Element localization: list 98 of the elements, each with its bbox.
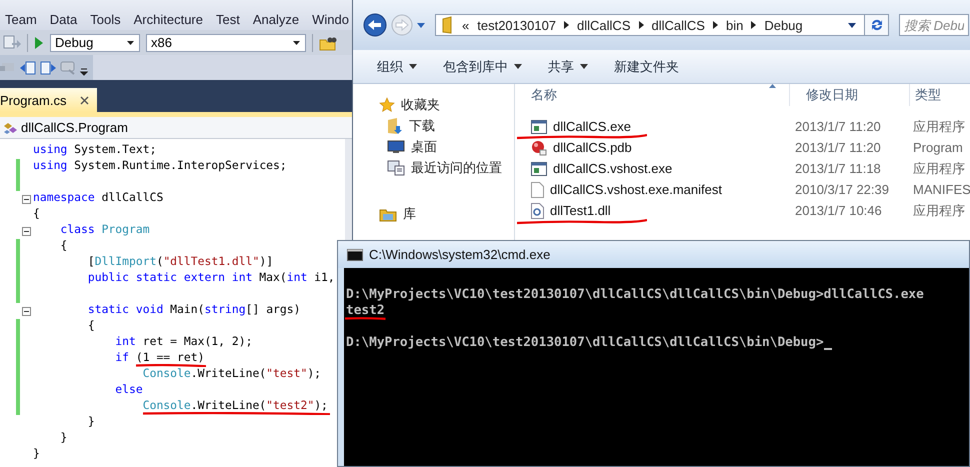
ball-icon	[531, 140, 547, 156]
type-cell-text: 应用程序	[912, 202, 966, 220]
date-cell-text: 2013/1/7 11:20	[794, 119, 882, 134]
chevron-icon[interactable]	[712, 21, 718, 29]
code-line: }	[59, 431, 68, 444]
document-icon	[531, 182, 544, 198]
sidebar-item[interactable]: 桌面	[353, 136, 514, 157]
breadcrumb-item[interactable]: dllCallCS	[577, 18, 630, 32]
code-line: namespace dllCallCS	[33, 191, 164, 204]
file-name[interactable]: dllCallCS.vshost.exe	[553, 161, 672, 176]
sidebar-item[interactable]: 最近访问的位置	[353, 157, 514, 178]
type-cell-text: 应用程序	[912, 160, 966, 178]
back-button[interactable]	[363, 13, 387, 37]
file-name[interactable]: dllTest1.dll	[550, 203, 611, 218]
dropdown-caret-icon[interactable]	[848, 22, 856, 28]
application-icon	[531, 162, 547, 176]
sidebar-item[interactable]: 下载	[353, 115, 514, 136]
window-title: C:\Windows\system32\cmd.exe	[369, 247, 550, 262]
history-caret-icon[interactable]	[417, 22, 425, 28]
menu-item[interactable]: Architecture	[134, 12, 203, 26]
overflow-chevron[interactable]: «	[462, 18, 470, 32]
type-cell-text: MANIFES	[912, 182, 970, 197]
menu-item[interactable]: Windo	[312, 12, 349, 26]
file-name[interactable]: dllCallCS.exe	[553, 119, 632, 134]
column-header[interactable]: 修改日期	[790, 84, 910, 106]
code-line: {	[59, 239, 68, 252]
toolbar-button[interactable]: 包含到库中	[427, 58, 532, 76]
code-line: int ret = Max(1, 2);	[114, 335, 252, 348]
menu-item[interactable]: Tools	[90, 12, 121, 26]
refresh-button[interactable]	[865, 14, 889, 36]
collapse-toggle[interactable]	[22, 226, 31, 236]
date-cell-text: 2013/1/7 11:18	[794, 161, 882, 176]
application-icon	[531, 120, 547, 134]
refresh-icon	[870, 18, 884, 32]
chevron-icon[interactable]	[638, 21, 644, 29]
code-line: using System.Text;	[33, 143, 156, 156]
date-cell-text: 2010/3/17 22:39	[794, 182, 890, 197]
collapse-toggle[interactable]	[22, 306, 31, 316]
overflow-icon[interactable]	[80, 68, 88, 76]
outdent-icon[interactable]	[20, 60, 36, 74]
code-line: }	[33, 447, 40, 460]
collapse-toggle[interactable]	[22, 194, 31, 204]
type-cell-text: 应用程序	[912, 118, 966, 136]
toolbar-button[interactable]: 新建文件夹	[598, 58, 689, 76]
menu-item[interactable]: Team	[5, 12, 37, 26]
caret-icon	[127, 40, 134, 44]
gear-document-icon	[531, 202, 544, 218]
monitor-icon	[387, 140, 405, 154]
column-header[interactable]: 类型	[910, 84, 970, 106]
code-line: [DllImport("dllTest1.dll")]	[86, 255, 274, 268]
chevron-icon[interactable]	[564, 21, 570, 29]
close-icon[interactable]	[80, 96, 90, 104]
caret-icon	[293, 40, 300, 44]
configuration-dropdown[interactable]: Debug	[50, 34, 140, 52]
folder-icon	[442, 16, 454, 34]
code-line: else	[114, 383, 143, 396]
sidebar-item[interactable]: 库	[353, 203, 514, 224]
breadcrumb-item[interactable]: bin	[726, 18, 744, 32]
code-line: public static extern int Max(int i1,	[86, 271, 335, 284]
code-line: {	[33, 207, 40, 220]
menu-item[interactable]: Analyze	[252, 12, 300, 26]
star-icon	[379, 96, 395, 112]
toolbar-button[interactable]: 组织	[361, 58, 427, 76]
file-name[interactable]: dllCallCS.pdb	[553, 140, 632, 155]
document-tab[interactable]: Program.cs	[0, 88, 98, 112]
code-line: if (1 == ret)	[114, 351, 204, 364]
indent-icon[interactable]	[40, 60, 56, 74]
sort-arrow-icon	[769, 84, 776, 88]
folder-arrow-icon	[387, 116, 403, 134]
code-line: Console.WriteLine("test2");	[142, 399, 328, 412]
toolbar-button[interactable]: 共享	[532, 58, 598, 76]
breadcrumb-item[interactable]: test20130107	[477, 18, 556, 32]
folder-binoculars-icon[interactable]	[319, 34, 337, 50]
menu-item[interactable]: Test	[216, 12, 240, 26]
console-line: D:\MyProjects\VC10\test20130107\dllCallCS\dllCallCS\bin\Debug>	[346, 336, 824, 349]
date-cell-text: 2013/1/7 11:20	[794, 140, 882, 155]
breadcrumb-item[interactable]: dllCallCS	[652, 18, 705, 32]
menu-item[interactable]: Data	[50, 12, 78, 26]
chevron-icon[interactable]	[751, 21, 756, 29]
breadcrumb-item[interactable]: Debug	[764, 18, 803, 32]
type-cell-text: Program	[912, 140, 964, 155]
code-line: class Program	[59, 223, 150, 236]
code-line: Console.WriteLine("test");	[142, 367, 322, 380]
platform-dropdown[interactable]: x86	[146, 34, 306, 52]
console-line: test2	[346, 304, 385, 317]
code-line: using System.Runtime.InteropServices;	[33, 159, 287, 172]
console-line: D:\MyProjects\VC10\test20130107\dllCallCS\dllCallCS\bin\Debug>dllCallCS.exe	[346, 288, 924, 301]
date-cell-text: 2013/1/7 10:46	[794, 203, 883, 218]
sidebar-item[interactable]: 收藏夹	[353, 94, 514, 115]
code-line: static void Main(string[] args)	[86, 303, 300, 316]
type-dropdown[interactable]: dllCallCS.Program	[0, 117, 352, 139]
code-line: }	[86, 415, 95, 428]
search-field[interactable]: 搜索 Debu	[899, 14, 969, 36]
address-bar[interactable]: « test20130107 dllCallCS dllCallCS bin Debug	[435, 14, 865, 36]
recent-places-icon	[387, 160, 405, 176]
console-icon	[347, 248, 363, 260]
code-line: {	[86, 319, 95, 332]
file-name[interactable]: dllCallCS.vshost.exe.manifest	[550, 182, 722, 197]
